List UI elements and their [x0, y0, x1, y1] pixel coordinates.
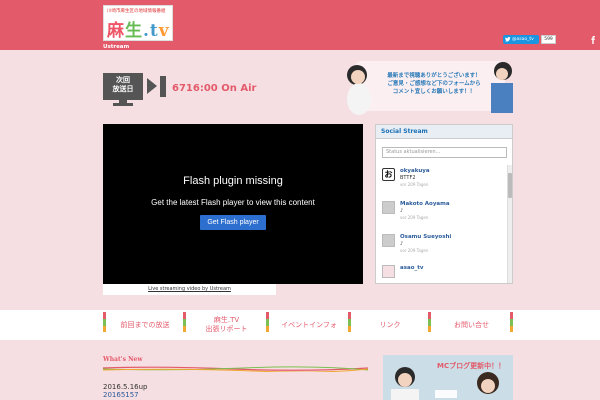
social-stream-panel: Social Stream Status aktualisieren... お …: [375, 124, 513, 284]
nav-divider-icon: [103, 312, 106, 332]
news-date: 2016.5.16up: [103, 383, 148, 391]
feed-timestamp: vor 209 Tagen: [400, 248, 429, 253]
whats-new-heading: What's New: [103, 356, 143, 363]
twitter-follow-button[interactable]: @asao_tv: [503, 35, 539, 44]
whats-new-divider: [103, 366, 368, 372]
feed-item[interactable]: asao_tv: [382, 265, 502, 283]
hosts-banner-message: 最新まで視聴ありがとうございます！ ご意見・ご感想など下のフォームから コメント…: [387, 73, 481, 95]
mc-blog-banner[interactable]: MCブログ更新中！！: [383, 355, 513, 400]
nav-divider-icon: [428, 312, 431, 332]
nav-item-event-info[interactable]: イベントインフォ: [271, 310, 347, 340]
nav-divider-icon: [348, 312, 351, 332]
nav-divider-icon: [266, 312, 269, 332]
mc-blog-text: MCブログ更新中！！: [437, 362, 506, 370]
feed-item[interactable]: お okyakuya BTTF2 vor 209 Tagen: [382, 168, 502, 194]
feed-username[interactable]: okyakuya: [400, 168, 430, 174]
feed-message: ♪: [400, 208, 404, 214]
flash-missing-title: Flash plugin missing: [183, 175, 283, 187]
scrollbar-thumb[interactable]: [508, 173, 512, 198]
next-broadcast-label: 次回 放送日: [112, 76, 134, 93]
ustream-link[interactable]: Live streaming video by Ustream: [148, 286, 231, 292]
site-logo[interactable]: 川崎市麻生区の地域情報番組 麻生.tv: [103, 5, 173, 41]
feed-message: ♪: [400, 241, 404, 247]
avatar: [382, 234, 395, 247]
get-flash-button[interactable]: Get Flash player: [200, 215, 266, 230]
facebook-icon[interactable]: [587, 34, 600, 45]
nav-item-links[interactable]: リンク: [353, 310, 427, 340]
feed-username[interactable]: asao_tv: [400, 265, 423, 271]
nav-item-past-broadcasts[interactable]: 前回までの放送: [108, 310, 182, 340]
feed-message: BTTF2: [400, 175, 416, 181]
social-feed: お okyakuya BTTF2 vor 209 Tagen Makoto Ao…: [376, 165, 508, 283]
section-label: Ustream: [103, 44, 130, 50]
social-stream-header: Social Stream: [376, 125, 512, 139]
twitter-handle: @asao_tv: [512, 37, 534, 42]
news-item-link[interactable]: 20165157: [103, 391, 139, 399]
logo-tagline: 川崎市麻生区の地域情報番組: [107, 9, 166, 14]
twitter-follower-count: 599: [541, 35, 556, 44]
video-caption: Live streaming video by Ustream: [103, 284, 276, 295]
nav-divider-icon: [183, 312, 186, 332]
avatar: [382, 201, 395, 214]
video-player[interactable]: Flash plugin missing Get the latest Flas…: [103, 124, 363, 284]
feed-username[interactable]: Makoto Aoyama: [400, 201, 450, 207]
next-broadcast-time: 6716:00 On Air: [172, 83, 257, 94]
nav-divider-icon: [510, 312, 513, 332]
status-input[interactable]: Status aktualisieren...: [382, 147, 507, 158]
feed-item[interactable]: Makoto Aoyama ♪ vor 209 Tagen: [382, 201, 502, 227]
twitter-icon: [505, 36, 511, 42]
feed-scrollbar[interactable]: [507, 165, 512, 283]
feed-username[interactable]: Osamu Sueyoshi: [400, 234, 451, 240]
feed-item[interactable]: Osamu Sueyoshi ♪ vor 209 Tagen: [382, 234, 502, 260]
avatar: お: [382, 168, 395, 181]
feed-timestamp: vor 209 Tagen: [400, 215, 429, 220]
avatar: [382, 265, 395, 278]
feed-timestamp: vor 209 Tagen: [400, 182, 429, 187]
nav-item-field-report[interactable]: 麻生.TV 出張リポート: [188, 310, 265, 340]
logo-text: 麻生.tv: [107, 21, 170, 41]
nav-item-contact[interactable]: お問い合せ: [433, 310, 510, 340]
flash-missing-description: Get the latest Flash player to view this…: [151, 198, 315, 207]
